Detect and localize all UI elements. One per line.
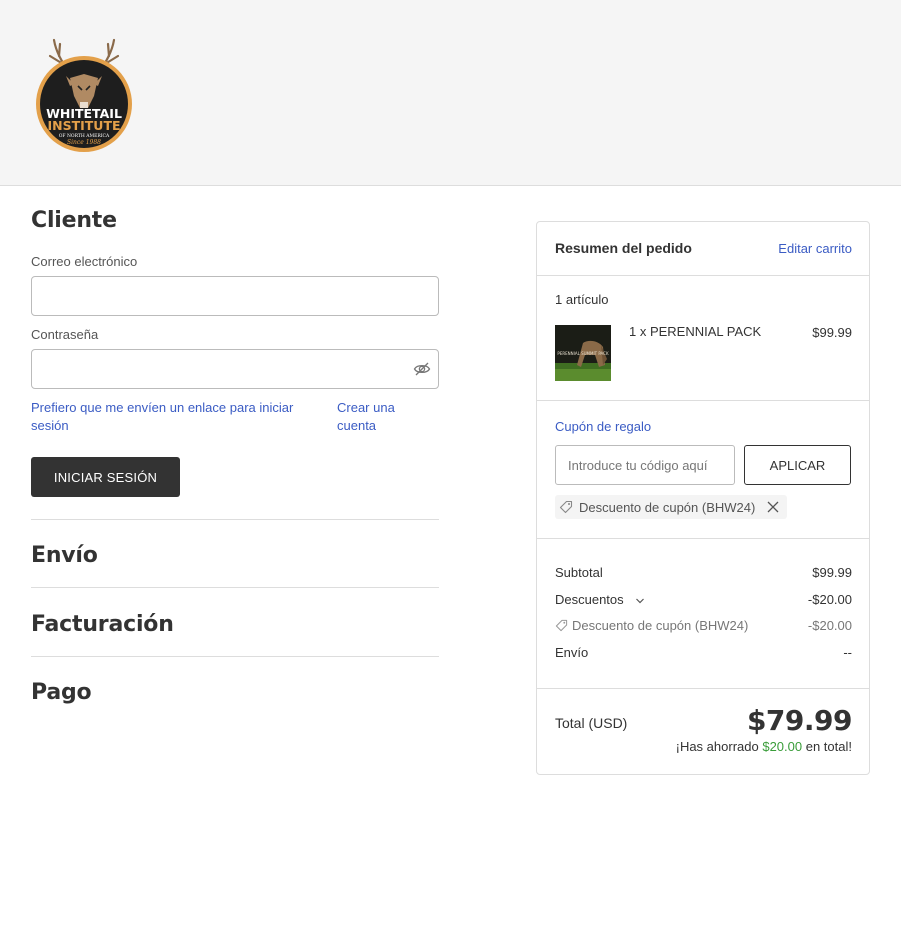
- divider: [537, 688, 869, 689]
- eye-off-icon[interactable]: [413, 360, 431, 378]
- step-shipping: Envío: [31, 543, 98, 568]
- discounts-label[interactable]: Descuentos: [555, 592, 624, 607]
- applied-coupon-label: Descuento de cupón (BHW24): [579, 499, 756, 515]
- whitetail-logo[interactable]: WHITETAIL INSTITUTE OF NORTH AMERICA Sin…: [30, 34, 138, 152]
- logo-text-institute: INSTITUTE: [47, 118, 120, 133]
- email-input[interactable]: [31, 276, 439, 316]
- item-price: $99.99: [812, 325, 852, 340]
- savings-amount: $20.00: [762, 739, 803, 754]
- order-summary: Resumen del pedido Editar carrito 1 artí…: [536, 221, 870, 775]
- savings-suffix: en total!: [805, 739, 852, 754]
- create-account-link[interactable]: Crear una cuenta: [337, 399, 427, 435]
- email-label: Correo electrónico: [31, 254, 138, 269]
- tag-icon: [555, 619, 568, 632]
- subtotal-label: Subtotal: [555, 565, 603, 580]
- close-icon[interactable]: [767, 501, 779, 513]
- shipping-value: --: [843, 645, 852, 660]
- savings-text: ¡Has ahorrado $20.00 en total!: [676, 739, 852, 754]
- password-input[interactable]: [31, 349, 439, 389]
- chevron-down-icon[interactable]: [635, 596, 645, 606]
- subtotal-row: Subtotal $99.99: [555, 565, 852, 580]
- total-value: $79.99: [746, 704, 853, 737]
- savings-prefix: ¡Has ahorrado: [675, 739, 759, 754]
- login-button[interactable]: INICIAR SESIÓN: [31, 457, 180, 497]
- shipping-label: Envío: [555, 645, 589, 660]
- divider: [31, 587, 439, 588]
- step-billing: Facturación: [31, 612, 174, 637]
- coupon-discount-row: Descuento de cupón (BHW24) -$20.00: [555, 618, 852, 633]
- divider: [537, 538, 869, 539]
- apply-coupon-button[interactable]: APLICAR: [744, 445, 851, 485]
- item-name: 1 x PERENNIAL PACK: [629, 324, 762, 339]
- divider: [31, 656, 439, 657]
- step-payment: Pago: [31, 680, 92, 705]
- password-field: [31, 349, 439, 389]
- applied-coupon-chip: Descuento de cupón (BHW24): [555, 495, 788, 519]
- tag-icon: [559, 500, 573, 514]
- customer-section-title: Cliente: [31, 208, 117, 233]
- subtotal-value: $99.99: [812, 565, 852, 580]
- discounts-row[interactable]: Descuentos -$20.00: [555, 592, 852, 607]
- magic-link-login[interactable]: Prefiero que me envíen un enlace para in…: [31, 399, 316, 435]
- divider: [31, 519, 439, 520]
- edit-cart-link[interactable]: Editar carrito: [778, 240, 852, 258]
- shipping-row: Envío --: [555, 645, 852, 660]
- password-label: Contraseña: [31, 327, 99, 342]
- divider: [537, 275, 869, 276]
- coupon-code-input[interactable]: [555, 445, 735, 485]
- total-label: Total (USD): [555, 715, 628, 731]
- product-image: PERENNIAL SUMMIT PACK: [555, 325, 611, 381]
- site-header: WHITETAIL INSTITUTE OF NORTH AMERICA Sin…: [0, 0, 901, 186]
- coupon-discount-value: -$20.00: [807, 618, 852, 633]
- coupon-discount-label: Descuento de cupón (BHW24): [572, 618, 749, 633]
- discounts-value: -$20.00: [807, 592, 852, 607]
- item-count: 1 artículo: [555, 292, 609, 307]
- product-image-text: PERENNIAL SUMMIT PACK: [557, 351, 609, 356]
- logo-text-since: Since 1988: [67, 139, 101, 146]
- coupon-toggle-link[interactable]: Cupón de regalo: [555, 418, 651, 436]
- divider: [537, 400, 869, 401]
- summary-title: Resumen del pedido: [555, 240, 692, 256]
